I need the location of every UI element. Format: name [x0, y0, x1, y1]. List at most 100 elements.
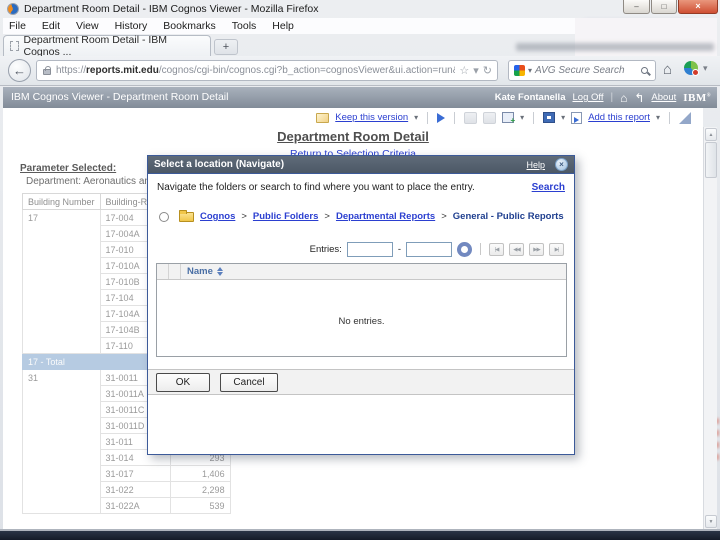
search-link[interactable]: Search: [532, 182, 565, 193]
home-icon[interactable]: ⌂: [620, 91, 627, 105]
parameter-label: Parameter Selected:: [20, 163, 116, 174]
page-icon: [10, 41, 19, 51]
search-icon[interactable]: [641, 67, 648, 74]
ibm-logo: IBM®: [683, 92, 711, 104]
checkbox-column: [157, 264, 169, 279]
cognos-header-actions: Kate Fontanella Log Off | ⌂ ↰ About IBM®: [495, 87, 711, 108]
menu-file[interactable]: File: [9, 20, 26, 32]
new-tab-button[interactable]: +: [214, 39, 238, 55]
window-controls: – □ ×: [622, 0, 718, 14]
separator: |: [611, 92, 614, 103]
menu-view[interactable]: View: [76, 20, 99, 32]
menu-help[interactable]: Help: [272, 20, 294, 32]
keep-version-dropdown-icon[interactable]: ▾: [414, 113, 418, 122]
keep-version-link[interactable]: Keep this version: [335, 112, 408, 123]
first-page-icon[interactable]: |◀: [489, 243, 504, 256]
entries-to-input[interactable]: [406, 242, 452, 257]
launch-icon[interactable]: [679, 112, 691, 124]
firefox-icon: [7, 3, 19, 15]
value-cell: 1,406: [170, 466, 230, 482]
breadcrumb-departmental-reports[interactable]: Departmental Reports: [336, 211, 435, 222]
menu-tools[interactable]: Tools: [232, 20, 257, 32]
location-radio[interactable]: [159, 212, 169, 222]
dialog-footer: OK Cancel: [148, 369, 574, 395]
dialog-description: Navigate the folders or search to find w…: [157, 182, 532, 193]
reload-icon[interactable]: ↻: [483, 64, 492, 77]
breadcrumb-cognos[interactable]: Cognos: [200, 211, 235, 222]
maximize-button[interactable]: □: [651, 0, 677, 14]
column-building-number: Building Number: [23, 194, 101, 210]
tab-title: Department Room Detail - IBM Cognos ...: [24, 34, 205, 58]
scroll-down-icon[interactable]: ▼: [705, 515, 717, 528]
back-button[interactable]: ←: [8, 59, 31, 82]
about-link[interactable]: About: [651, 92, 676, 103]
help-link[interactable]: Help: [526, 160, 545, 170]
breadcrumb-separator: >: [324, 211, 330, 222]
vertical-scrollbar[interactable]: ▲ ▼: [703, 127, 717, 529]
breadcrumb-public-folders[interactable]: Public Folders: [253, 211, 318, 222]
ok-button[interactable]: OK: [156, 373, 210, 392]
building-room-cell: 31-022: [100, 482, 170, 498]
scroll-up-icon[interactable]: ▲: [705, 128, 717, 141]
bookmark-star-icon[interactable]: ☆: [459, 64, 469, 77]
location-breadcrumb: Cognos > Public Folders > Departmental R…: [159, 209, 566, 224]
search-placeholder: AVG Secure Search: [535, 65, 638, 76]
log-off-link[interactable]: Log Off: [573, 92, 604, 103]
name-column-header[interactable]: Name: [181, 266, 223, 277]
view-format-dropdown-icon[interactable]: ▾: [561, 113, 565, 122]
last-page-icon[interactable]: ▶|: [549, 243, 564, 256]
select-location-dialog: Select a location (Navigate) Help × Navi…: [147, 155, 575, 455]
separator: [480, 243, 481, 255]
menu-history[interactable]: History: [115, 20, 148, 32]
empty-state-text: No entries.: [157, 316, 566, 327]
disabled-tool-icon: [464, 112, 477, 124]
building-room-cell: 31-022A: [100, 498, 170, 514]
url-dropdown-icon[interactable]: ▾: [473, 64, 479, 77]
dialog-close-icon[interactable]: ×: [555, 158, 568, 171]
user-name: Kate Fontanella: [495, 92, 566, 103]
breadcrumb-current: General - Public Reports: [453, 211, 564, 222]
addon-dropdown-icon[interactable]: ▾: [703, 63, 708, 74]
cognos-header: IBM Cognos Viewer - Department Room Deta…: [3, 87, 717, 108]
go-icon[interactable]: [457, 242, 472, 257]
scrollbar-thumb[interactable]: [705, 142, 717, 178]
window-title: Department Room Detail - IBM Cognos View…: [24, 3, 319, 15]
menu-edit[interactable]: Edit: [42, 20, 60, 32]
home-icon[interactable]: ⌂: [663, 61, 672, 78]
menu-bookmarks[interactable]: Bookmarks: [163, 20, 216, 32]
value-cell: 539: [170, 498, 230, 514]
browser-tab[interactable]: Department Room Detail - IBM Cognos ...: [3, 35, 211, 56]
drill-icon[interactable]: [502, 112, 514, 123]
url-text: https://reports.mit.edu/cognos/cgi-bin/c…: [56, 65, 455, 76]
search-box[interactable]: ▾ AVG Secure Search: [508, 60, 656, 81]
separator: [454, 112, 455, 124]
building-number-cell: 31: [23, 370, 101, 514]
add-report-dropdown-icon[interactable]: ▾: [656, 113, 660, 122]
icon-column: [169, 264, 181, 279]
url-field[interactable]: https://reports.mit.edu/cognos/cgi-bin/c…: [36, 60, 498, 81]
entries-from-input[interactable]: [347, 242, 393, 257]
previous-page-icon[interactable]: ◀◀: [509, 243, 524, 256]
lock-icon: [43, 69, 51, 75]
sort-icon[interactable]: [217, 267, 223, 276]
close-button[interactable]: ×: [678, 0, 718, 14]
return-icon[interactable]: ↰: [634, 91, 644, 105]
run-report-icon[interactable]: [437, 113, 445, 123]
dialog-title: Select a location (Navigate): [154, 159, 526, 170]
window-titlebar: Department Room Detail - IBM Cognos View…: [0, 0, 720, 17]
avg-logo-icon: [514, 65, 525, 76]
cancel-button[interactable]: Cancel: [220, 373, 278, 392]
addon-icon[interactable]: [684, 61, 698, 75]
view-format-icon[interactable]: [543, 112, 555, 123]
separator: [533, 112, 534, 124]
minimize-button[interactable]: –: [623, 0, 650, 14]
next-page-icon[interactable]: ▶▶: [529, 243, 544, 256]
disabled-tool-icon: [483, 112, 496, 124]
search-engine-dropdown-icon[interactable]: ▾: [528, 66, 532, 75]
entries-label: Entries:: [310, 244, 342, 255]
blurred-background-text: [516, 43, 714, 51]
dialog-description-row: Navigate the folders or search to find w…: [148, 174, 574, 201]
entries-table-header: Name: [157, 264, 566, 280]
drill-dropdown-icon[interactable]: ▾: [520, 113, 524, 122]
add-report-link[interactable]: Add this report: [588, 112, 650, 123]
